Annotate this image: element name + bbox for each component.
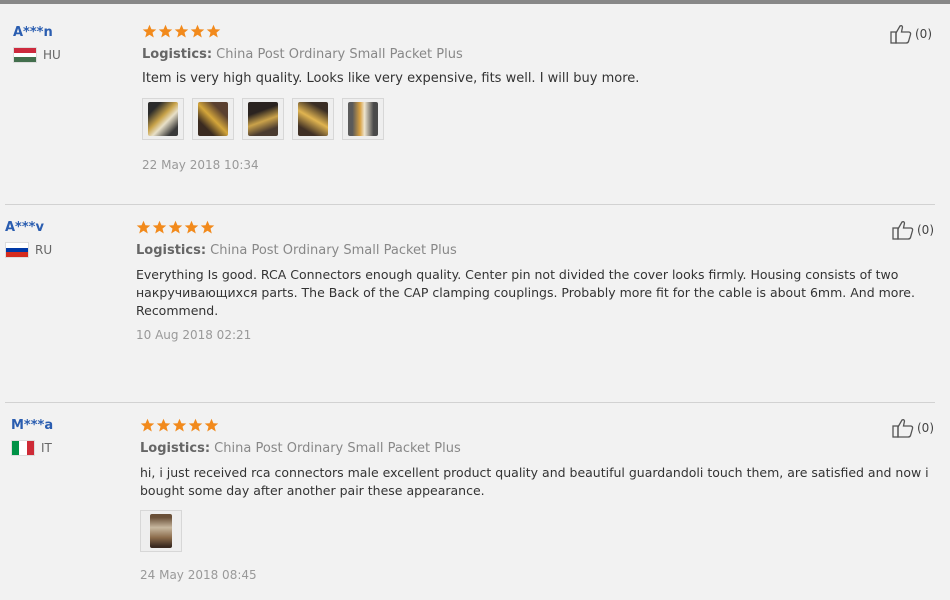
- thumbs-up-icon: [892, 419, 914, 438]
- logistics-value: China Post Ordinary Small Packet Plus: [216, 47, 463, 62]
- star-icon: [172, 418, 187, 432]
- review-text: hi, i just received rca connectors male …: [140, 464, 930, 500]
- reviewer-info: A***v RU: [5, 220, 52, 258]
- star-icon: [206, 24, 221, 38]
- star-rating: [142, 24, 902, 42]
- star-icon: [174, 24, 189, 38]
- review-photo-thumbnail[interactable]: [292, 98, 334, 140]
- review-photos: [142, 98, 902, 140]
- logistics-value: China Post Ordinary Small Packet Plus: [214, 441, 461, 456]
- star-icon: [188, 418, 203, 432]
- helpful-button[interactable]: (0): [892, 220, 934, 240]
- review-content: Logistics: China Post Ordinary Small Pac…: [136, 220, 926, 344]
- star-icon: [168, 220, 183, 234]
- review-content: Logistics: China Post Ordinary Small Pac…: [140, 418, 930, 584]
- logistics-label: Logistics:: [142, 47, 213, 62]
- star-icon: [142, 24, 157, 38]
- helpful-count: (0): [917, 223, 934, 237]
- star-rating: [136, 220, 926, 238]
- review-photo-thumbnail[interactable]: [192, 98, 234, 140]
- helpful-count: (0): [917, 421, 934, 435]
- helpful-button[interactable]: (0): [892, 418, 934, 438]
- review-text: Item is very high quality. Looks like ve…: [142, 71, 640, 86]
- flag-russia-icon: [5, 242, 29, 258]
- star-icon: [190, 24, 205, 38]
- logistics-value: China Post Ordinary Small Packet Plus: [210, 243, 457, 258]
- star-icon: [156, 418, 171, 432]
- review-date: 10 Aug 2018 02:21: [136, 328, 252, 342]
- logistics-info: Logistics: China Post Ordinary Small Pac…: [136, 242, 926, 260]
- star-icon: [152, 220, 167, 234]
- reviewer-name[interactable]: A***n: [13, 25, 61, 40]
- flag-hungary-icon: [13, 47, 37, 63]
- logistics-info: Logistics: China Post Ordinary Small Pac…: [142, 46, 902, 64]
- review-text-line: bought some day after another pair these…: [140, 483, 485, 498]
- thumbs-up-icon: [890, 25, 912, 44]
- reviewer-country: RU: [5, 242, 52, 258]
- logistics-info: Logistics: China Post Ordinary Small Pac…: [140, 440, 930, 458]
- thumbs-up-icon: [892, 221, 914, 240]
- review-photos: [140, 510, 930, 552]
- review-content: Logistics: China Post Ordinary Small Pac…: [142, 24, 902, 174]
- helpful-count: (0): [915, 27, 932, 41]
- review-text-line: Recommend.: [136, 303, 219, 318]
- star-icon: [200, 220, 215, 234]
- review-photo-thumbnail[interactable]: [242, 98, 284, 140]
- star-icon: [204, 418, 219, 432]
- helpful-button[interactable]: (0): [890, 24, 932, 44]
- reviewer-name[interactable]: A***v: [5, 220, 52, 235]
- review-text-line: Everything Is good. RCA Connectors enoug…: [136, 267, 899, 282]
- flag-italy-icon: [11, 440, 35, 456]
- country-code: HU: [43, 48, 61, 62]
- review-date: 24 May 2018 08:45: [140, 568, 257, 582]
- logistics-label: Logistics:: [140, 441, 211, 456]
- reviewer-country: IT: [11, 440, 53, 456]
- review-photo-thumbnail[interactable]: [342, 98, 384, 140]
- review-photo-thumbnail[interactable]: [140, 510, 182, 552]
- review-text: Everything Is good. RCA Connectors enoug…: [136, 266, 926, 320]
- country-code: IT: [41, 441, 52, 455]
- star-icon: [158, 24, 173, 38]
- review-photo-thumbnail[interactable]: [142, 98, 184, 140]
- star-rating: [140, 418, 930, 436]
- review-text-line: hi, i just received rca connectors male …: [140, 465, 929, 480]
- country-code: RU: [35, 243, 53, 257]
- review-text-line: накручивающихся parts. The Back of the C…: [136, 285, 915, 300]
- review-divider: [5, 204, 935, 205]
- star-icon: [184, 220, 199, 234]
- logistics-label: Logistics:: [136, 243, 207, 258]
- reviewer-info: A***n HU: [13, 25, 61, 63]
- top-border: [0, 0, 950, 4]
- reviewer-name[interactable]: M***a: [11, 418, 53, 433]
- review-divider: [5, 402, 935, 403]
- star-icon: [136, 220, 151, 234]
- review-date: 22 May 2018 10:34: [142, 158, 259, 172]
- reviewer-info: M***a IT: [11, 418, 53, 456]
- reviewer-country: HU: [13, 47, 61, 63]
- star-icon: [140, 418, 155, 432]
